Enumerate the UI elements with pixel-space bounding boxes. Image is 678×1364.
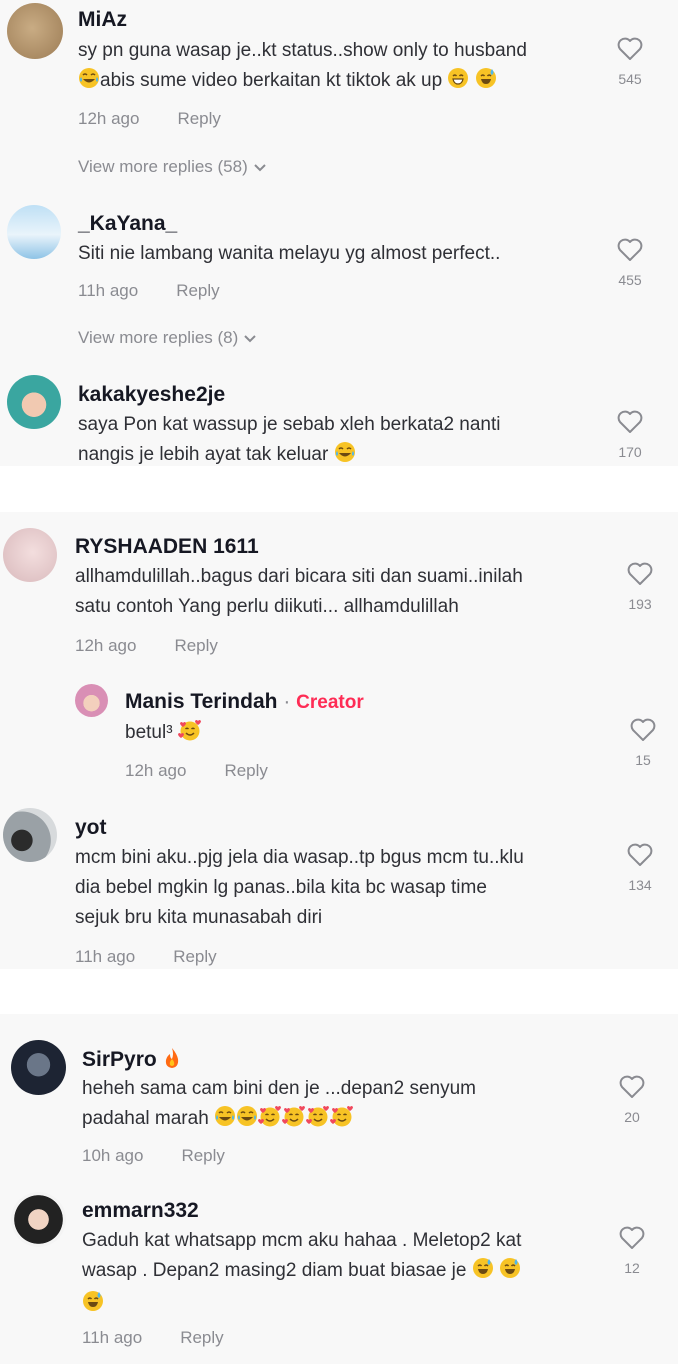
- username[interactable]: SirPyro: [82, 1047, 181, 1075]
- reply-button[interactable]: Reply: [180, 1328, 223, 1347]
- beaming-face-icon: [447, 67, 469, 99]
- heart-outline-icon: [619, 1075, 645, 1098]
- like-button[interactable]: 15: [623, 718, 663, 768]
- like-button[interactable]: 20: [612, 1075, 652, 1125]
- comment-text: Siti nie lambang wanita melayu yg almost…: [78, 243, 501, 264]
- avatar[interactable]: [3, 808, 57, 862]
- reply-button[interactable]: Reply: [174, 636, 217, 655]
- avatar[interactable]: [75, 684, 108, 717]
- face-with-tears-of-joy-icon: [334, 441, 356, 466]
- timestamp: 12h ago: [78, 109, 140, 128]
- heart-outline-icon: [617, 238, 643, 261]
- heart-outline-icon: [617, 410, 643, 433]
- smiling-face-with-hearts-icon: [330, 1105, 354, 1137]
- like-count: 134: [628, 877, 652, 893]
- like-button[interactable]: 12: [612, 1226, 652, 1276]
- like-button[interactable]: 134: [620, 843, 660, 893]
- heart-outline-icon: [630, 718, 656, 741]
- avatar[interactable]: [3, 528, 57, 582]
- like-button[interactable]: 455: [610, 238, 650, 288]
- view-more-replies-button[interactable]: View more replies (58): [78, 157, 266, 177]
- grinning-face-with-sweat-icon: [499, 1257, 521, 1289]
- face-with-tears-of-joy-icon: [214, 1105, 236, 1137]
- like-count: 545: [618, 71, 642, 87]
- comment-meta: 12h ago Reply: [125, 761, 268, 781]
- comments-panel-1: MiAz sy pn guna wasap je..kt status..sho…: [0, 0, 678, 466]
- smiling-face-with-hearts-icon: [258, 1105, 282, 1137]
- reply-button[interactable]: Reply: [181, 1146, 224, 1165]
- like-count: 193: [628, 596, 652, 612]
- like-count: 20: [624, 1109, 640, 1125]
- reply-button[interactable]: Reply: [176, 281, 219, 300]
- timestamp: 11h ago: [78, 281, 139, 300]
- like-button[interactable]: 193: [620, 562, 660, 612]
- timestamp: 11h ago: [82, 1328, 143, 1347]
- username[interactable]: kakakyeshe2je: [78, 383, 225, 407]
- reply-button[interactable]: Reply: [224, 761, 267, 780]
- comment-text: heheh sama cam bini den je ...depan2 sen…: [82, 1074, 476, 1137]
- avatar[interactable]: [11, 1040, 66, 1095]
- grinning-face-with-sweat-icon: [472, 1257, 494, 1289]
- like-count: 15: [635, 752, 651, 768]
- timestamp: 10h ago: [82, 1146, 144, 1165]
- heart-outline-icon: [617, 37, 643, 60]
- username[interactable]: yot: [75, 816, 107, 840]
- comments-panel-2: RYSHAADEN 1611 allhamdulillah..bagus dar…: [0, 512, 678, 969]
- comments-panel-3: SirPyro heheh sama cam bini den je ...de…: [0, 1014, 678, 1364]
- face-with-tears-of-joy-icon: [78, 67, 100, 99]
- comment-meta: 11h ago Reply: [75, 947, 217, 967]
- smiling-face-with-hearts-icon: [177, 719, 202, 751]
- reply-button[interactable]: Reply: [173, 947, 216, 966]
- comment-text: betul³: [125, 718, 202, 751]
- username[interactable]: emmarn332: [82, 1199, 199, 1223]
- grinning-face-with-sweat-icon: [475, 67, 497, 99]
- like-button[interactable]: 170: [610, 410, 650, 460]
- avatar[interactable]: [7, 3, 63, 59]
- face-with-tears-of-joy-icon: [236, 1105, 258, 1137]
- chevron-down-icon: [254, 163, 266, 171]
- reply-button[interactable]: Reply: [177, 109, 220, 128]
- heart-outline-icon: [627, 562, 653, 585]
- avatar[interactable]: [7, 375, 61, 429]
- comment-text: Gaduh kat whatsapp mcm aku hahaa . Melet…: [82, 1226, 521, 1322]
- like-count: 12: [624, 1260, 640, 1276]
- heart-outline-icon: [627, 843, 653, 866]
- heart-outline-icon: [619, 1226, 645, 1249]
- smiling-face-with-hearts-icon: [282, 1105, 306, 1137]
- view-more-replies-button[interactable]: View more replies (8): [78, 328, 257, 348]
- like-count: 455: [618, 272, 642, 288]
- username[interactable]: _KaYana_: [78, 212, 177, 236]
- comment-meta: 11h ago Reply: [78, 281, 220, 301]
- comment-text: sy pn guna wasap je..kt status..show onl…: [78, 36, 527, 99]
- comment-meta: 12h ago Reply: [78, 109, 221, 129]
- timestamp: 12h ago: [75, 636, 137, 655]
- timestamp: 11h ago: [75, 947, 136, 966]
- grinning-face-with-sweat-icon: [82, 1290, 104, 1322]
- fire-icon: [163, 1047, 181, 1075]
- smiling-face-with-hearts-icon: [306, 1105, 330, 1137]
- like-button[interactable]: 545: [610, 37, 650, 87]
- avatar[interactable]: [7, 205, 61, 259]
- creator-badge: Creator: [296, 692, 364, 713]
- username[interactable]: Manis Terindah · Creator: [125, 690, 364, 714]
- comment-text: allhamdulillah..bagus dari bicara siti d…: [75, 566, 523, 617]
- comment-text: saya Pon kat wassup je sebab xleh berkat…: [78, 410, 501, 466]
- username[interactable]: RYSHAADEN 1611: [75, 535, 259, 559]
- comment-meta: 11h ago Reply: [82, 1328, 224, 1348]
- username[interactable]: MiAz: [78, 8, 127, 32]
- comment-meta: 10h ago Reply: [82, 1146, 225, 1166]
- avatar[interactable]: [11, 1192, 66, 1247]
- like-count: 170: [618, 444, 642, 460]
- comment-meta: 12h ago Reply: [75, 636, 218, 656]
- comment-text: mcm bini aku..pjg jela dia wasap..tp bgu…: [75, 847, 524, 928]
- timestamp: 12h ago: [125, 761, 187, 780]
- chevron-down-icon: [244, 334, 257, 342]
